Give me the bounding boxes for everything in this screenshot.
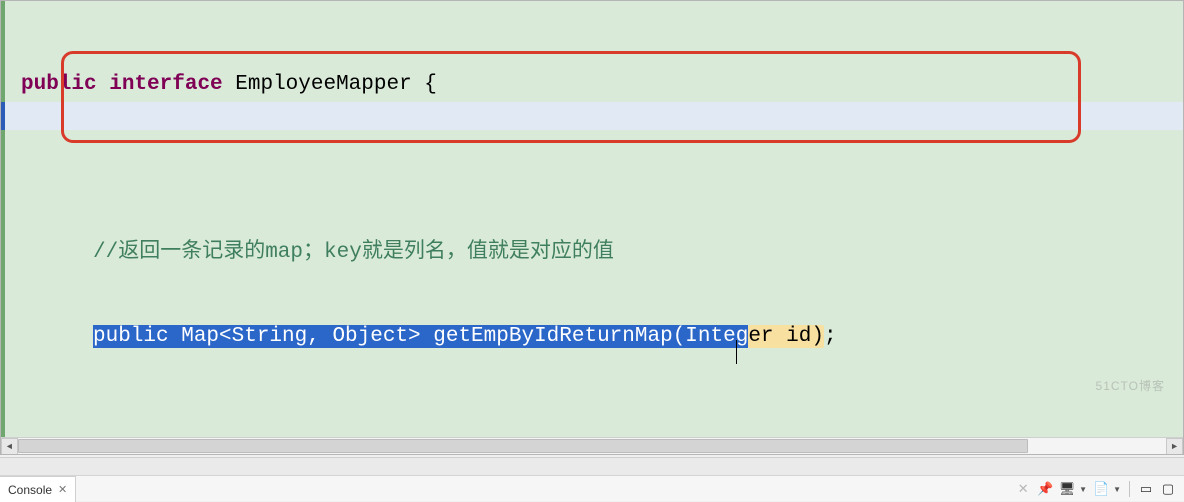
code-line[interactable]: public Map<String, Object> getEmpByIdRet… [1, 323, 1183, 351]
text-selection[interactable]: public Map<String, Object> getEmpByIdRet… [93, 325, 736, 348]
scrollbar-track[interactable] [18, 438, 1166, 454]
separator [1129, 481, 1130, 497]
scroll-left-button[interactable]: ◄ [1, 438, 18, 455]
code-line[interactable]: //返回一条记录的map；key就是列名，值就是对应的值 [1, 239, 1183, 267]
text-selection[interactable]: g [736, 325, 749, 348]
dropdown-arrow-icon[interactable]: ▼ [1113, 485, 1121, 494]
text: ; [824, 325, 837, 348]
code-line [1, 155, 1183, 183]
close-icon[interactable]: ✕ [58, 483, 67, 496]
keyword: public [21, 73, 97, 96]
type-name: EmployeeMapper { [235, 73, 437, 96]
console-panel-tabbar[interactable]: Console ✕ ✕ 📌 🖥 ▼ 📄 ▼ ▭ ▢ [0, 457, 1184, 501]
console-tab[interactable]: Console ✕ [0, 476, 76, 502]
text [223, 73, 236, 96]
clear-console-icon[interactable]: ✕ [1015, 481, 1031, 497]
scrollbar-thumb[interactable] [18, 439, 1028, 453]
drop-target-hint: er id) [748, 325, 824, 348]
code-line[interactable]: public interface EmployeeMapper { [1, 71, 1183, 99]
dropdown-arrow-icon[interactable]: ▼ [1079, 485, 1087, 494]
scroll-right-button[interactable]: ► [1166, 438, 1183, 455]
code-area[interactable]: public interface EmployeeMapper { //返回一条… [1, 1, 1183, 455]
open-console-icon[interactable]: 📄 [1093, 481, 1109, 497]
pin-console-icon[interactable]: 📌 [1037, 481, 1053, 497]
text [97, 73, 110, 96]
horizontal-scrollbar[interactable]: ◄ ► [1, 437, 1183, 454]
code-editor[interactable]: public interface EmployeeMapper { //返回一条… [0, 0, 1184, 455]
comment: //返回一条记录的map；key就是列名，值就是对应的值 [93, 241, 614, 264]
keyword: interface [109, 73, 222, 96]
console-tab-label: Console [8, 483, 52, 497]
display-selected-console-icon[interactable]: 🖥 [1059, 481, 1075, 497]
gutter-selection-marker [1, 102, 5, 130]
code-line [1, 407, 1183, 435]
minimize-icon[interactable]: ▭ [1138, 481, 1154, 497]
console-toolbar: ✕ 📌 🖥 ▼ 📄 ▼ ▭ ▢ [1015, 481, 1184, 497]
maximize-icon[interactable]: ▢ [1160, 481, 1176, 497]
